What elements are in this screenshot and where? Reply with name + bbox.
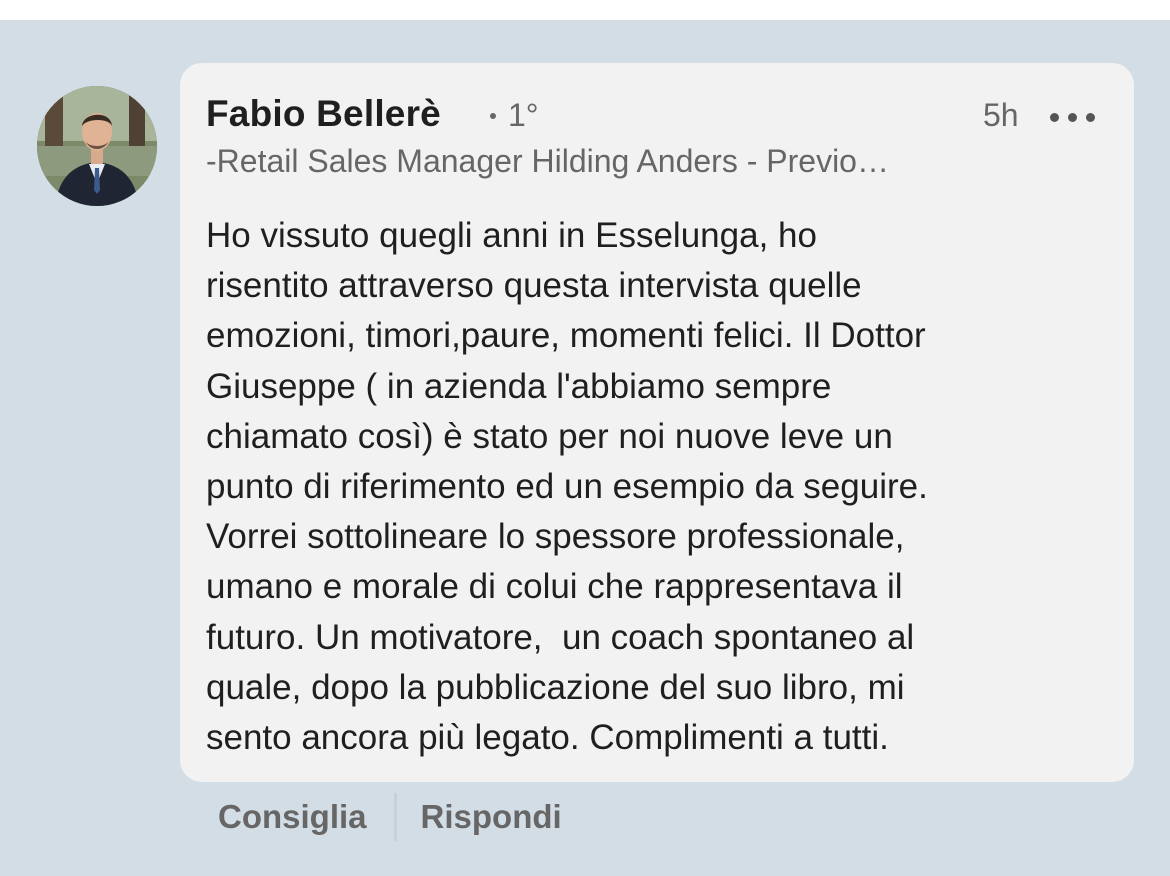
comment-timestamp: 5h	[983, 97, 1019, 133]
comment-text-line: umano e morale di colui che rappresentav…	[206, 567, 903, 607]
author-name[interactable]: Fabio Bellerè	[206, 93, 441, 135]
comment-text-line: risentito attraverso questa intervista q…	[206, 266, 862, 306]
action-divider	[393, 793, 397, 841]
more-horizontal-icon	[1050, 113, 1059, 122]
comment-thread-panel: Fabio Bellerè 1° 5h -Retail Sales Manage…	[0, 20, 1170, 876]
avatar-photo	[37, 86, 157, 206]
comment-text-line: Ho vissuto quegli anni in Esselunga, ho	[206, 216, 817, 255]
comment-text-line: emozioni, timori,paure, momenti felici. …	[206, 316, 926, 356]
author-headline: -Retail Sales Manager Hilding Anders - P…	[206, 143, 889, 179]
more-horizontal-icon-dot	[1068, 113, 1077, 122]
comment-text-line: sento ancora più legato. Complimenti a t…	[206, 718, 889, 758]
comment-text-line: futuro. Un motivatore, un coach spontane…	[206, 617, 915, 657]
avatar[interactable]	[37, 86, 157, 206]
reply-button[interactable]: Rispondi	[421, 798, 562, 836]
comment-text-line: punto di riferimento ed un esempio da se…	[206, 467, 928, 507]
more-options-button[interactable]	[1050, 101, 1100, 131]
comment-bubble: Fabio Bellerè 1° 5h -Retail Sales Manage…	[180, 63, 1134, 782]
comment-text-line: Giuseppe ( in azienda l'abbiamo sempre	[206, 366, 832, 406]
comment-text-line: quale, dopo la pubblicazione del suo lib…	[206, 667, 905, 707]
connection-degree-label: 1°	[508, 97, 539, 133]
bullet-separator-icon	[490, 112, 496, 119]
connection-degree: 1°	[490, 97, 539, 134]
comment-actions: Consiglia Rispondi	[218, 792, 562, 842]
comment-text: Ho vissuto quegli anni in Esselunga, ho …	[206, 211, 1126, 763]
comment-text-line: Vorrei sottolineare lo spessore professi…	[206, 517, 905, 557]
comment-text-line: chiamato così) è stato per noi nuove lev…	[206, 416, 893, 456]
like-button[interactable]: Consiglia	[218, 798, 367, 836]
more-horizontal-icon-dot	[1086, 113, 1095, 122]
